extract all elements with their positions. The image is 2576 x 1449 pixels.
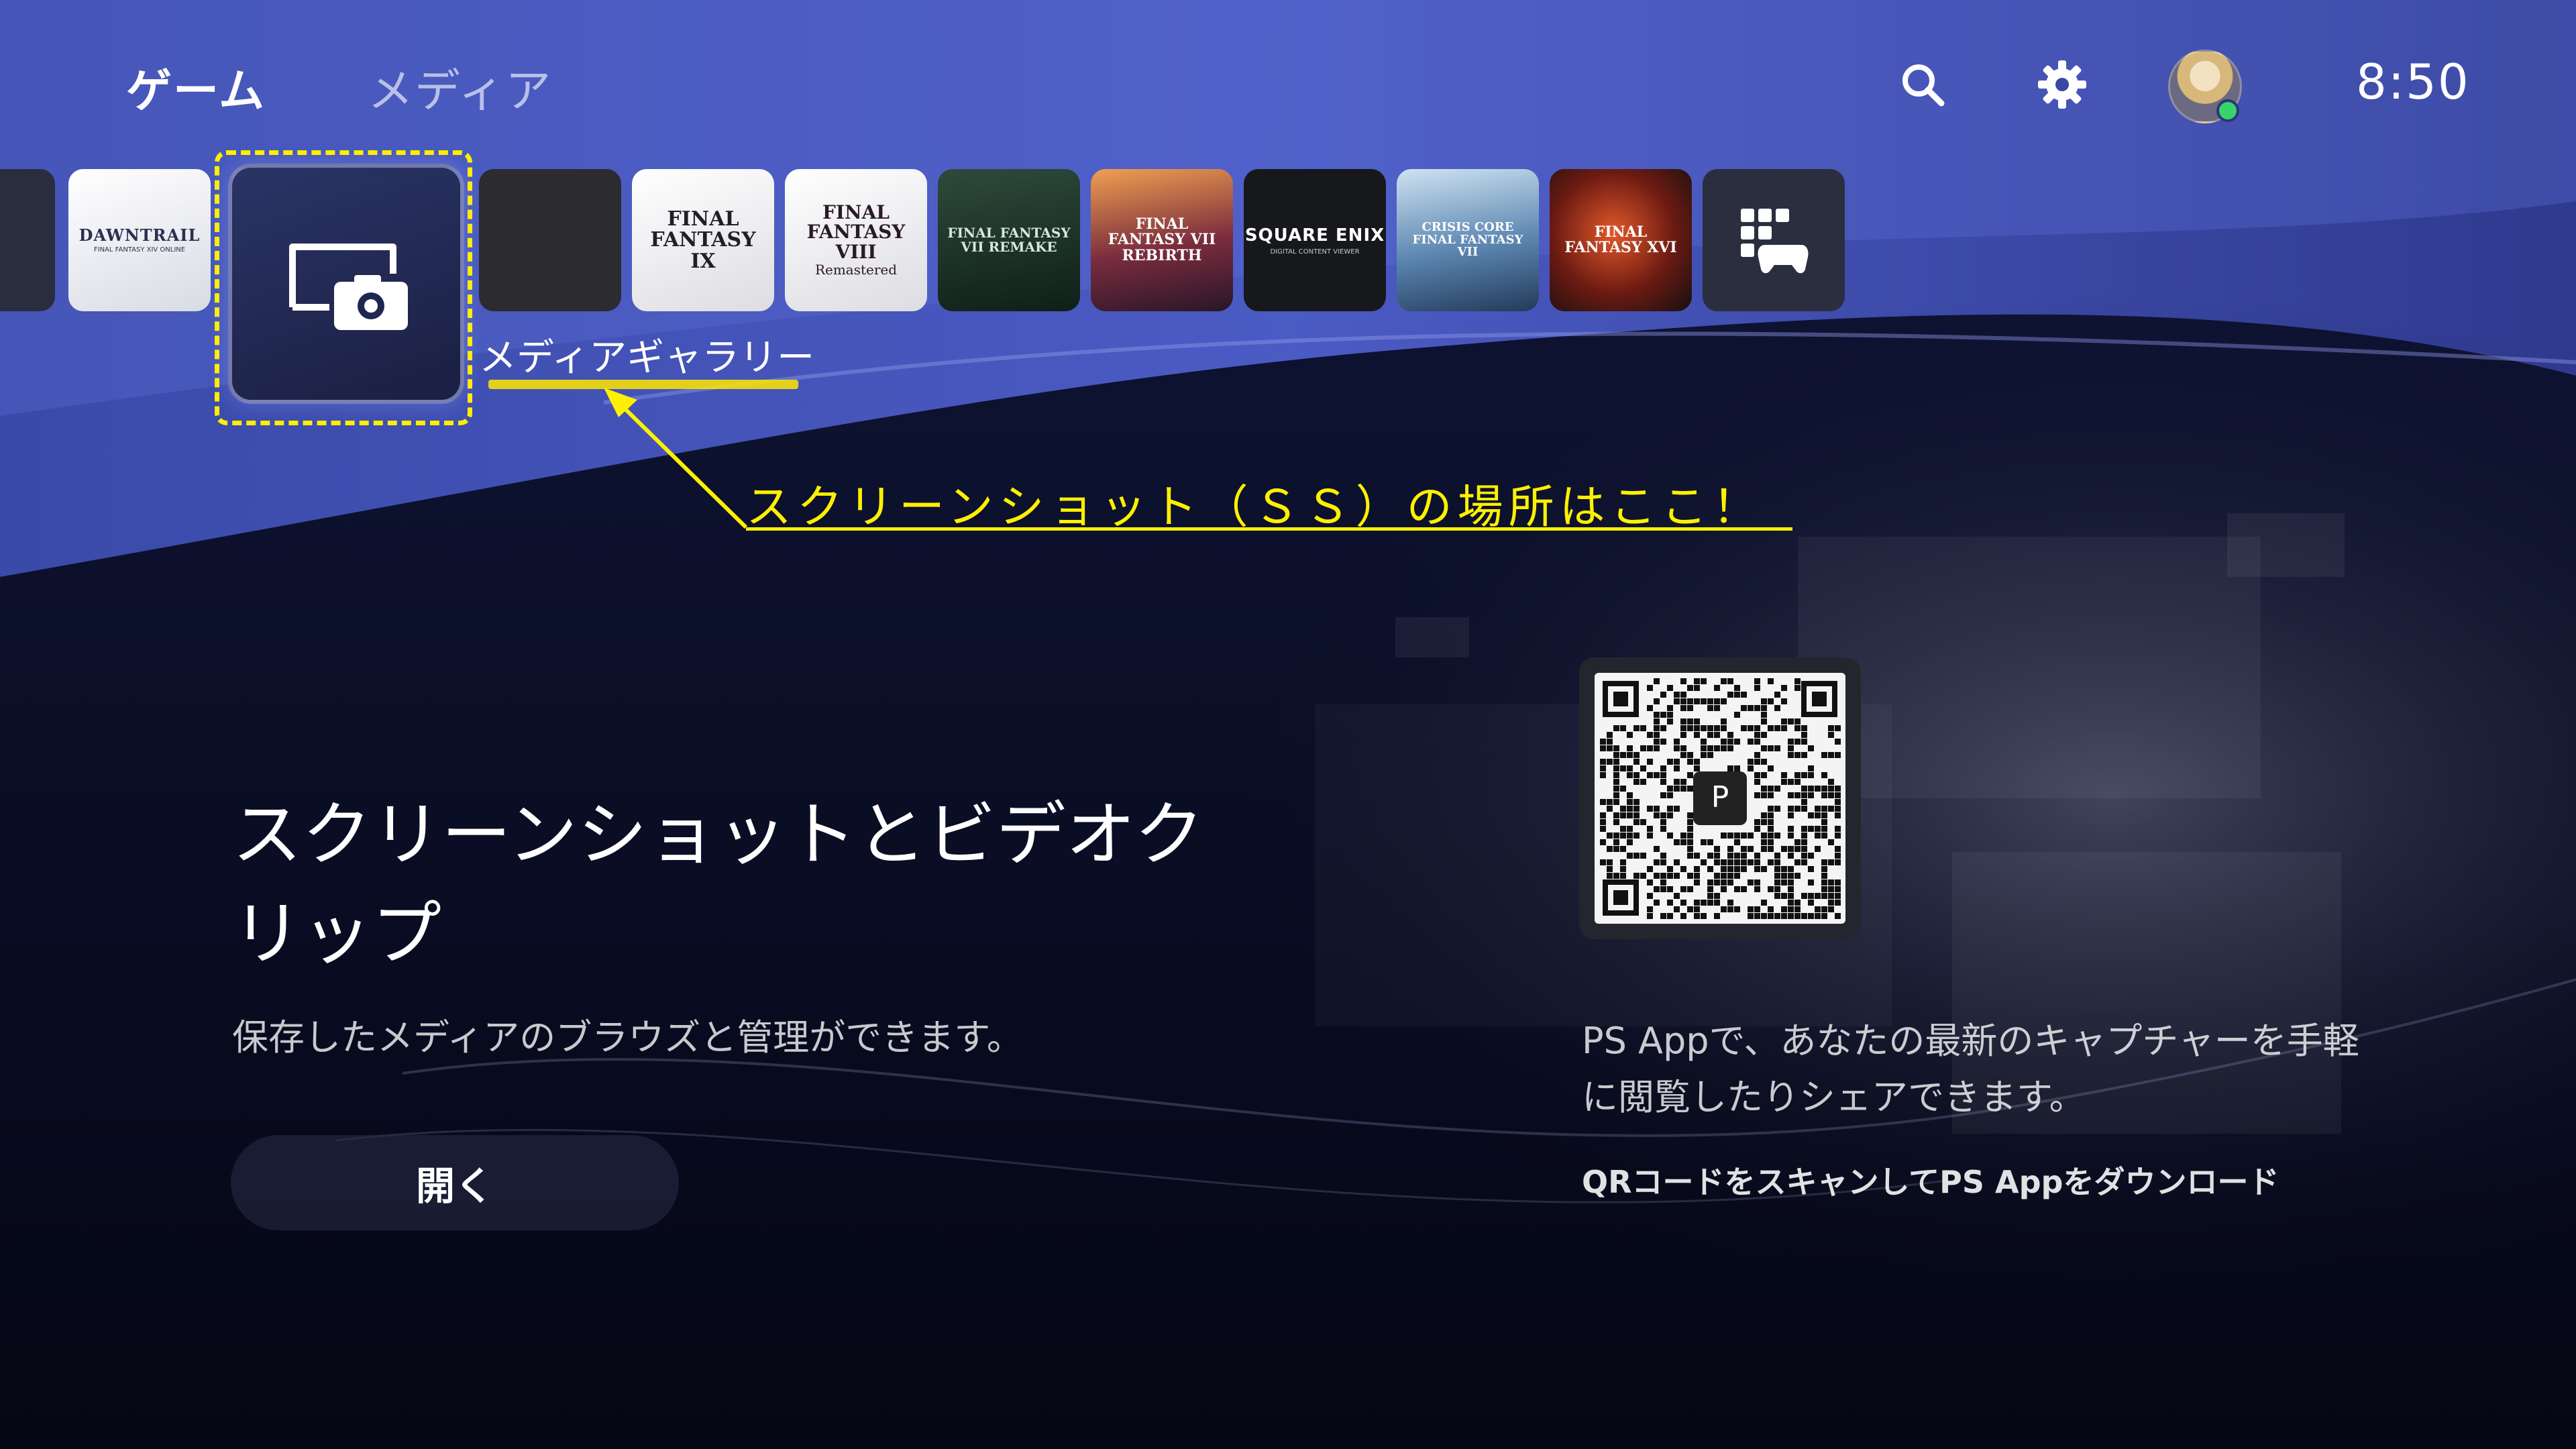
open-button[interactable]: 開く — [231, 1135, 679, 1230]
download-app-link[interactable]: QRコードをスキャンしてPS Appをダウンロード — [1582, 1158, 2279, 1202]
qr-code-card: P — [1579, 657, 1861, 939]
qr-code: P — [1595, 673, 1845, 924]
annotation-text: スクリーンショット（ＳＳ）の場所はここ！ — [746, 481, 1764, 534]
annotation-arrow — [604, 388, 748, 529]
page-title: スクリーンショットとビデオクリップ — [232, 794, 1204, 975]
app-description: PS Appで、あなたの最新のキャプチャーを手軽に閲覧したりシェアできます。 — [1582, 1020, 2359, 1118]
annotation-underline — [746, 527, 1792, 531]
page-description: 保存したメディアのブラウズと管理ができます。 — [232, 1016, 1023, 1059]
svg-text:P: P — [1711, 780, 1729, 814]
